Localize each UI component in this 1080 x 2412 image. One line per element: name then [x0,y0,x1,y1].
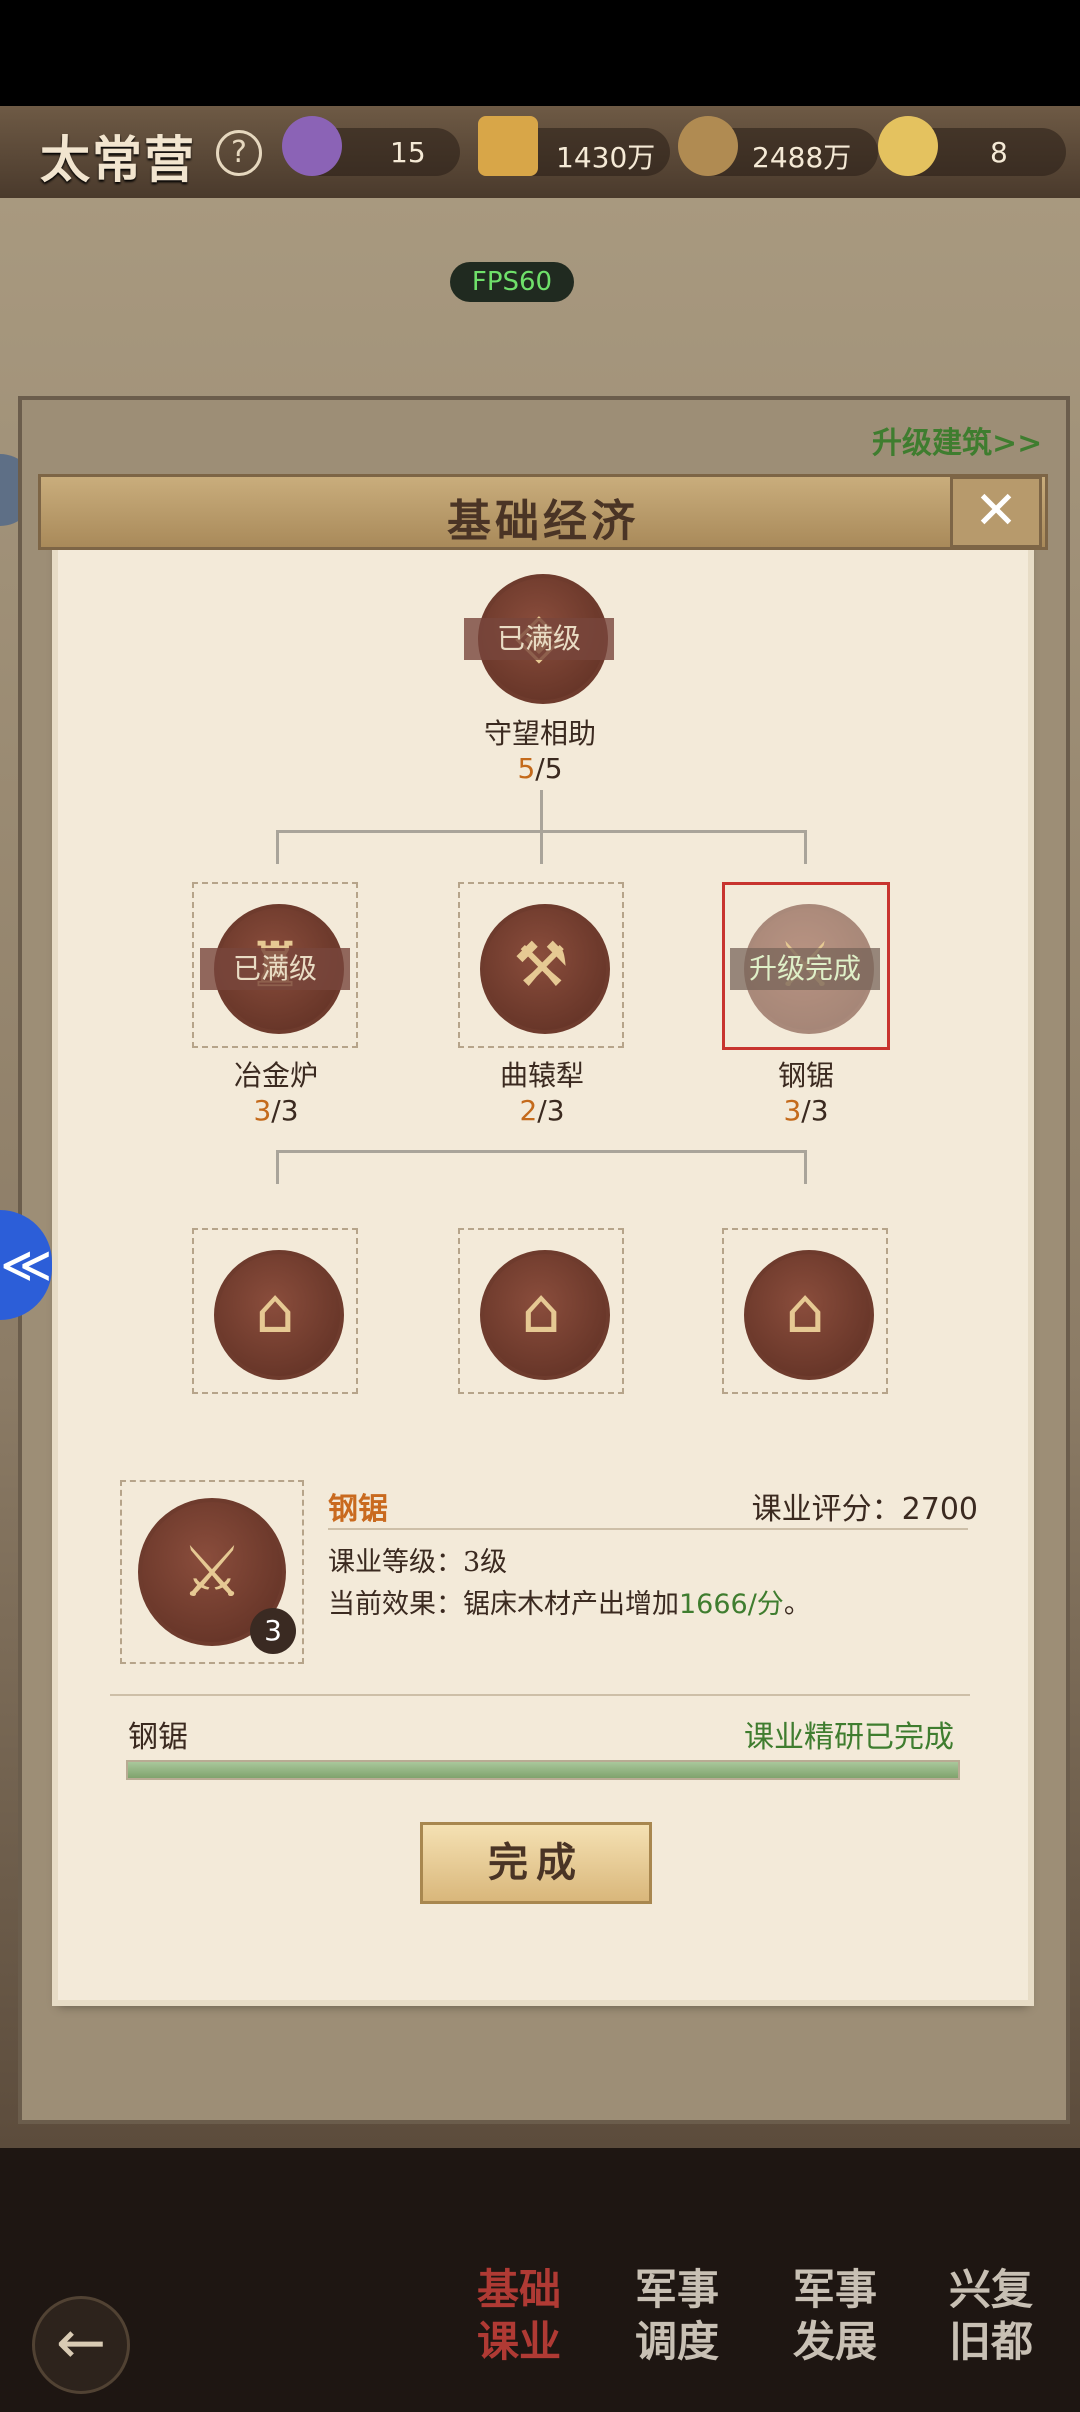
top-resource-bar: 太常营 ? 15 1430万 2488万 8 [0,106,1080,198]
tree-connector [804,830,807,864]
ingot-icon [878,116,938,176]
resource-gold-value: 1430万 [556,141,656,174]
tree-connector [276,1150,806,1153]
tree-connector [804,1150,807,1184]
detail-panel: ⚔ 3 钢锯 课业评分：2700 课业等级：3级 当前效果：锯床木材产出增加16… [110,1440,978,1700]
nav-restore-capital[interactable]: 兴复 旧都 [926,2264,1056,2394]
resource-ingot-value: 8 [990,136,1008,169]
progress-status: 课业精研已完成 [744,1720,954,1755]
detail-score: 课业评分：2700 [751,1492,978,1527]
node-badge: 升级完成 [730,948,880,990]
dialog-header: 基础经济 [38,474,1048,550]
tech-node-saw[interactable]: ⚔ 升级完成 [722,882,890,1050]
page-title: 太常营 [40,130,196,189]
fps-counter: FPS60 [450,262,574,302]
help-icon[interactable]: ? [216,130,262,176]
divider [110,1694,970,1696]
warehouse-wood-icon: ⌂ [785,1274,825,1347]
node-level: 2/3 [519,1094,565,1127]
tree-connector [540,790,543,830]
tech-node-plow[interactable]: ⚒ [458,882,624,1048]
progress-bar [126,1760,960,1780]
gold-bars-icon [478,116,538,176]
detail-level: 课业等级：3级 [328,1547,508,1578]
plow-icon: ⚒ [513,928,569,1001]
tech-node-warehouse-1[interactable]: ⌂ [192,1228,358,1394]
coins-icon [678,116,738,176]
tree-connector [276,1150,279,1184]
status-bar-area [0,0,1080,106]
nav-basic-course[interactable]: 基础 课业 [454,2264,584,2394]
complete-button[interactable]: 完成 [420,1822,652,1904]
tech-node-warehouse-3[interactable]: ⌂ [722,1228,888,1394]
resource-badge-value: 15 [390,136,426,169]
warehouse-goods-icon: ⌂ [521,1274,561,1347]
warehouse-ore-icon: ⌂ [255,1274,295,1347]
node-level: 3/3 [253,1094,299,1127]
level-badge: 3 [250,1608,296,1654]
detail-name: 钢锯 [328,1492,388,1527]
node-name: 冶金炉 [233,1059,318,1092]
nav-military-development[interactable]: 军事 发展 [770,2264,900,2394]
close-icon[interactable]: ✕ [950,476,1042,548]
tree-connector [540,830,543,864]
progress-label: 钢锯 [128,1720,188,1755]
detail-effect: 当前效果：锯床木材产出增加1666/分。 [328,1589,811,1620]
progress-fill [128,1762,958,1778]
node-name: 曲辕犁 [499,1059,584,1092]
back-arrow-icon[interactable]: ← [32,2296,130,2394]
dialog-title: 基础经济 [447,496,639,547]
node-badge: 已满级 [200,948,350,990]
tree-connector [276,830,279,864]
tech-node-root[interactable]: ◈ 已满级 [464,560,614,710]
node-name: 钢锯 [777,1059,834,1092]
upgrade-building-link[interactable]: 升级建筑>> [872,418,1042,462]
nav-military-dispatch[interactable]: 军事 调度 [612,2264,742,2394]
node-name: 守望相助 [483,717,596,750]
resource-coins-value: 2488万 [752,141,852,174]
badge-icon [282,116,342,176]
node-level: 5/5 [517,752,563,785]
node-level: 3/3 [783,1094,829,1127]
node-badge: 已满级 [464,618,614,660]
tech-node-warehouse-2[interactable]: ⌂ [458,1228,624,1394]
tech-node-furnace[interactable]: ♜ 已满级 [192,882,358,1048]
